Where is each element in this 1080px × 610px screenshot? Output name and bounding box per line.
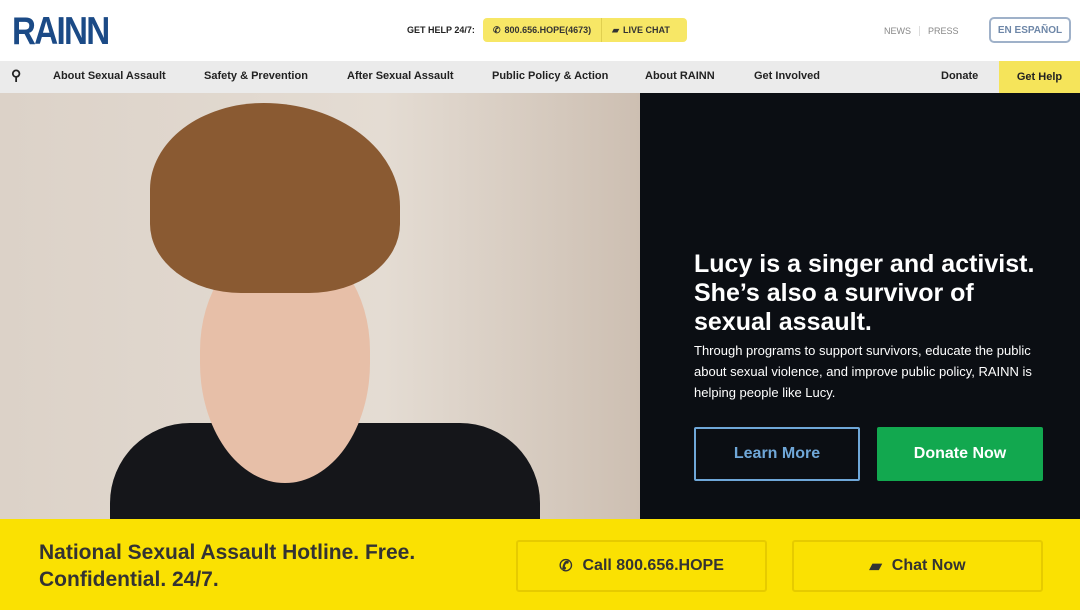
help-box: ✆ 800.656.HOPE(4673) ▰ LIVE CHAT bbox=[483, 18, 687, 42]
nav-safety-prevention[interactable]: Safety & Prevention bbox=[204, 70, 308, 82]
nav-about-sexual-assault[interactable]: About Sexual Assault bbox=[53, 70, 166, 82]
main-nav: ⚲ About Sexual Assault Safety & Preventi… bbox=[0, 61, 1080, 93]
rainn-logo[interactable]: RAINN bbox=[12, 10, 110, 54]
chat-now-button[interactable]: ▰ Chat Now bbox=[792, 540, 1043, 592]
nav-donate[interactable]: Donate bbox=[941, 70, 978, 82]
phone-icon: ✆ bbox=[559, 558, 573, 575]
live-chat-link[interactable]: ▰ LIVE CHAT bbox=[602, 18, 680, 42]
hero-banner: Lucy is a singer and activist. She’s als… bbox=[0, 93, 1080, 519]
get-help-label: GET HELP 24/7: bbox=[407, 25, 475, 35]
press-link[interactable]: PRESS bbox=[919, 26, 959, 36]
hero-body: Through programs to support survivors, e… bbox=[694, 343, 1032, 400]
hotline-text: National Sexual Assault Hotline. Free. C… bbox=[39, 541, 416, 591]
phone-icon: ✆ bbox=[493, 24, 501, 35]
chat-icon: ▰ bbox=[612, 24, 620, 35]
news-link[interactable]: NEWS bbox=[884, 26, 911, 36]
top-header: RAINN GET HELP 24/7: ✆ 800.656.HOPE(4673)… bbox=[0, 0, 1080, 61]
call-button[interactable]: ✆ Call 800.656.HOPE bbox=[516, 540, 767, 592]
nav-get-involved[interactable]: Get Involved bbox=[754, 70, 820, 82]
nav-get-help[interactable]: Get Help bbox=[999, 61, 1080, 93]
hero-headline: Lucy is a singer and activist. She’s als… bbox=[694, 250, 1035, 336]
phone-link[interactable]: ✆ 800.656.HOPE(4673) bbox=[483, 18, 603, 42]
hero-photo bbox=[0, 93, 640, 519]
nav-about-rainn[interactable]: About RAINN bbox=[645, 70, 715, 82]
donate-now-button[interactable]: Donate Now bbox=[877, 427, 1043, 481]
search-icon[interactable]: ⚲ bbox=[11, 67, 21, 84]
hotline-bar: National Sexual Assault Hotline. Free. C… bbox=[0, 519, 1080, 610]
nav-public-policy[interactable]: Public Policy & Action bbox=[492, 70, 608, 82]
photo-hair bbox=[150, 103, 400, 293]
learn-more-button[interactable]: Learn More bbox=[694, 427, 860, 481]
espanol-button[interactable]: EN ESPAÑOL bbox=[989, 17, 1071, 43]
chat-icon: ▰ bbox=[869, 558, 882, 575]
nav-after-sexual-assault[interactable]: After Sexual Assault bbox=[347, 70, 454, 82]
